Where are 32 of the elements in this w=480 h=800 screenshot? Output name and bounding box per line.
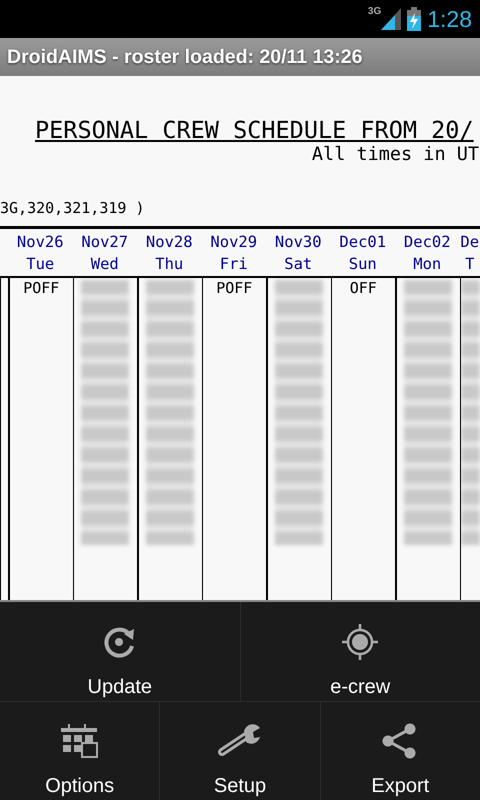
column-header: Tue xyxy=(26,254,54,275)
target-icon xyxy=(341,622,380,660)
column-header: Sat xyxy=(284,254,312,275)
wrench-icon xyxy=(218,724,262,758)
column-header: Nov30 xyxy=(274,232,322,253)
table-cell: POFF xyxy=(23,279,60,299)
window-title: DroidAIMS - roster loaded: 20/11 13:26 xyxy=(7,46,362,68)
column-header: Nov29 xyxy=(210,232,258,253)
column-header: Nov27 xyxy=(81,232,128,253)
table-cell: POFF xyxy=(216,279,252,299)
column-header: Nov26 xyxy=(16,232,64,253)
battery-charging-icon xyxy=(407,7,422,31)
column-header: De xyxy=(460,232,480,253)
column-header: Thu xyxy=(155,254,184,275)
column-header: Wed xyxy=(90,254,119,275)
time-zone-note: All times in UT xyxy=(312,144,479,165)
calendar-icon xyxy=(60,724,99,758)
schedule-heading: PERSONAL CREW SCHEDULE FROM 20/ xyxy=(35,116,474,144)
column-header: Sun xyxy=(348,254,377,275)
clock-time: 1:28 xyxy=(427,6,472,32)
table-cell: OFF xyxy=(350,279,377,299)
column-header: Mon xyxy=(413,254,442,275)
column-header: Nov28 xyxy=(146,232,193,253)
column-header: Fri xyxy=(220,254,248,275)
network-type: 3G xyxy=(368,6,382,17)
column-header: Dec01 xyxy=(339,232,386,253)
signal-icon xyxy=(381,8,402,30)
column-header: T xyxy=(465,254,474,275)
share-icon xyxy=(382,723,418,759)
column-header: Dec02 xyxy=(404,232,451,253)
aircraft-types: 3G,320,321,319 ) xyxy=(0,199,144,217)
refresh-icon xyxy=(102,624,137,658)
